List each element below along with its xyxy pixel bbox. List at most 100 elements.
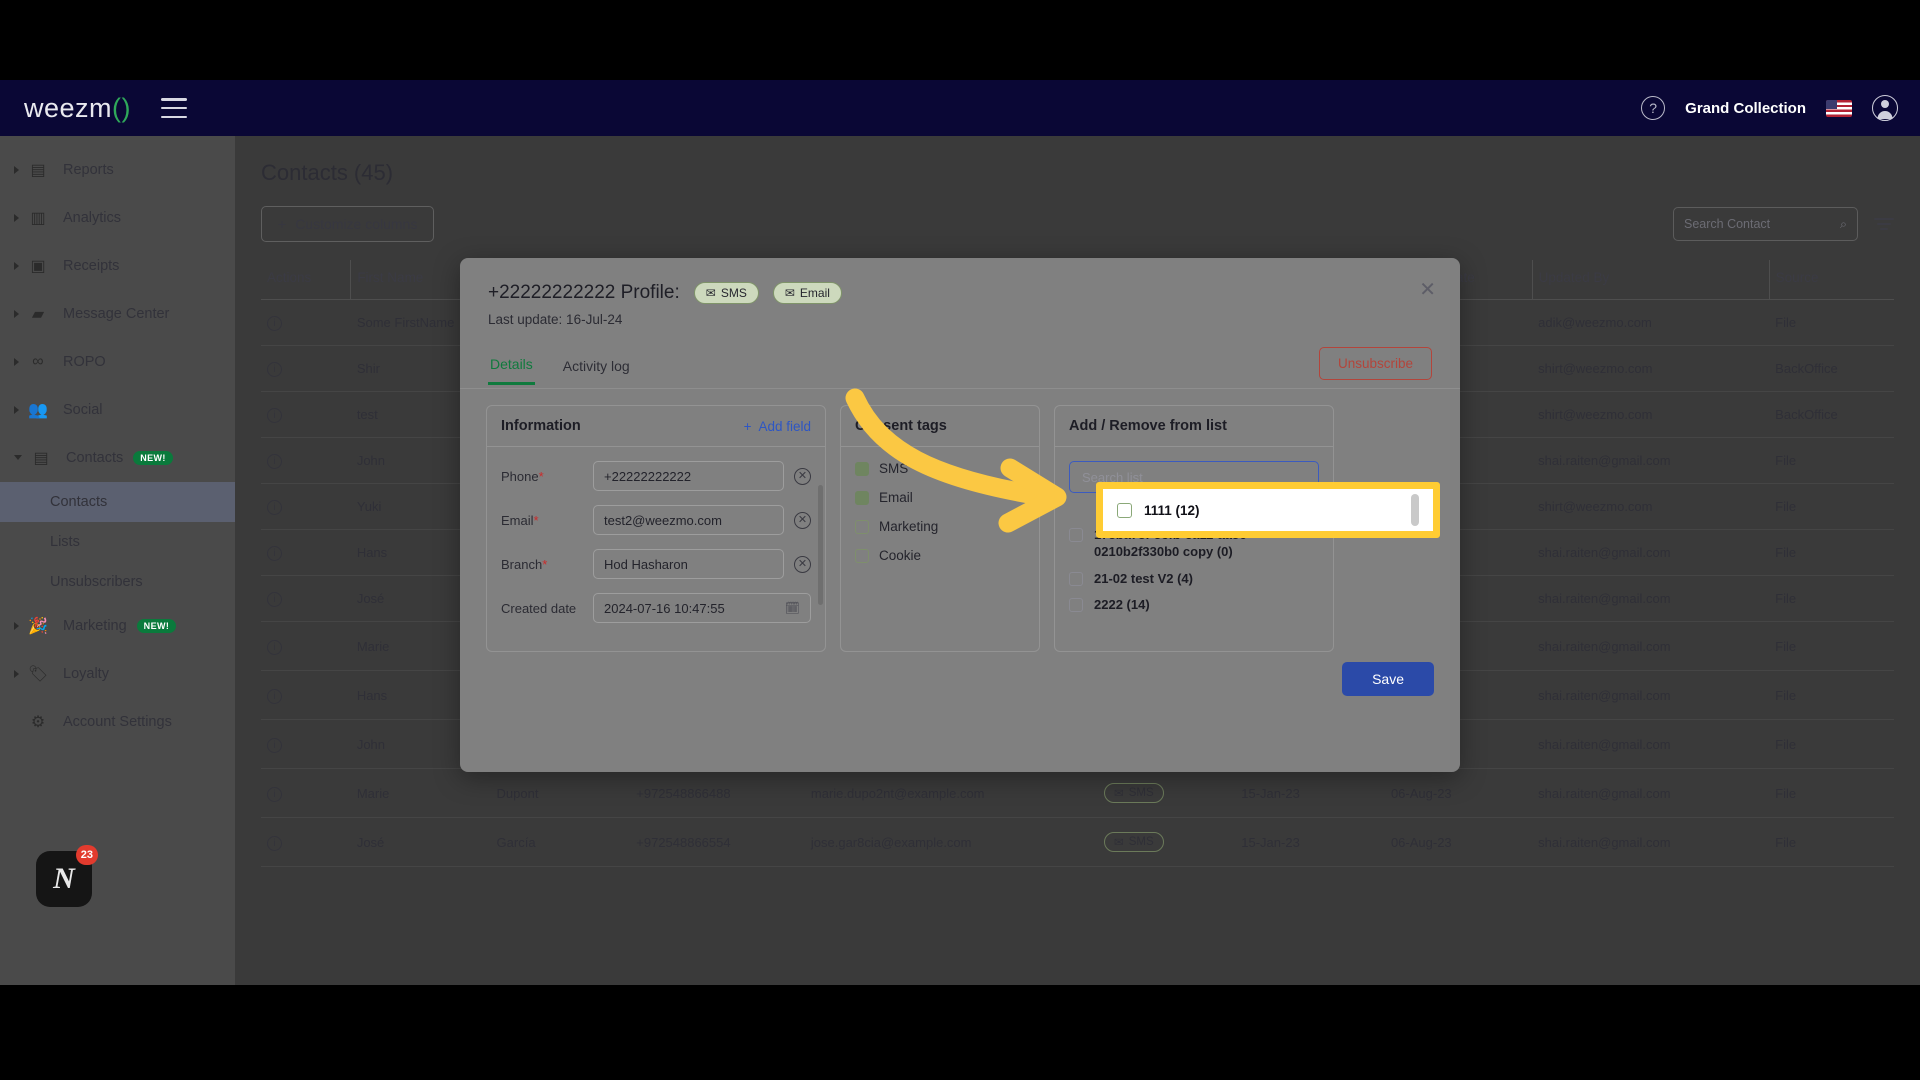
sidebar-subitem-contacts[interactable]: Contacts <box>0 482 235 522</box>
clear-field-icon[interactable]: ✕ <box>794 511 811 529</box>
column-header-source[interactable]: Source <box>1768 260 1894 300</box>
consent-checkbox[interactable] <box>855 519 869 534</box>
clear-field-icon[interactable]: ✕ <box>794 467 811 485</box>
list-option-row[interactable]: 21-02 test V2 (4) <box>1069 570 1319 588</box>
consent-row-marketing[interactable]: Marketing <box>855 519 1025 534</box>
info-icon[interactable]: i <box>267 688 282 704</box>
sidebar-subitem-lists[interactable]: Lists <box>0 522 235 562</box>
info-icon[interactable]: i <box>267 500 282 515</box>
sidebar-item-label: Social <box>63 402 103 418</box>
clear-field-icon[interactable]: ✕ <box>794 555 811 573</box>
save-button[interactable]: Save <box>1342 662 1434 696</box>
unsubscribe-button[interactable]: Unsubscribe <box>1318 347 1432 380</box>
info-icon[interactable]: i <box>267 786 282 802</box>
organization-name: Grand Collection <box>1685 99 1806 117</box>
consent-checkbox[interactable] <box>855 461 869 476</box>
list-item-checkbox[interactable] <box>1117 502 1132 518</box>
tab-activity-log[interactable]: Activity log <box>561 352 632 384</box>
input-email[interactable]: test2@weezmo.com <box>593 505 784 535</box>
information-scrollbar[interactable] <box>818 485 823 605</box>
field-row-branch: Branch* Hod Hasharon ✕ <box>501 549 811 579</box>
input-phone[interactable]: +22222222222 <box>593 461 784 491</box>
consent-title: Consent tags <box>855 418 947 434</box>
consent-row-cookie[interactable]: Cookie <box>855 548 1025 563</box>
us-flag-icon[interactable] <box>1826 99 1852 117</box>
consent-panel-header: Consent tags <box>841 406 1039 447</box>
table-row[interactable]: i Marie Dupont +972548866488 marie.dupo2nt@e… <box>261 768 1894 818</box>
consent-checkbox[interactable] <box>855 548 869 563</box>
cell-updated-by: shirt@weezmo.com <box>1532 345 1770 392</box>
chevron-icon[interactable] <box>14 406 19 414</box>
sidebar-item-marketing[interactable]: 🎉 Marketing NEW! <box>0 602 235 650</box>
list-panel-body: Search list 1111 (12)178ba78f-5cfb-ea11-… <box>1055 447 1333 637</box>
info-icon[interactable]: i <box>267 454 282 469</box>
info-icon[interactable]: i <box>267 546 282 561</box>
close-icon[interactable]: ✕ <box>1419 280 1436 300</box>
highlighted-list-item[interactable]: 1111 (12) <box>1096 482 1440 538</box>
cell-updated-by: shai.raiten@gmail.com <box>1532 529 1770 576</box>
customize-columns-button[interactable]: + Customize columns <box>261 206 435 242</box>
sms-consent-pill: ✉ SMS <box>1104 832 1164 852</box>
input-branch[interactable]: Hod Hasharon <box>593 549 784 579</box>
column-header-actions[interactable]: Actions <box>261 260 351 300</box>
chevron-icon[interactable] <box>14 670 19 678</box>
modal-title-row: +22222222222 Profile: ✉ SMS ✉ Email <box>488 282 1432 304</box>
list-option-checkbox[interactable] <box>1069 527 1083 542</box>
list-option-checkbox[interactable] <box>1069 571 1083 586</box>
consent-row-email[interactable]: Email <box>855 490 1025 505</box>
calendar-icon[interactable]: 🗓 <box>785 601 800 615</box>
cell-source: File <box>1769 299 1894 346</box>
tab-details[interactable]: Details <box>488 350 535 385</box>
chevron-icon[interactable] <box>14 358 19 366</box>
info-icon[interactable]: i <box>267 592 282 607</box>
table-row[interactable]: i José García +972548866554 jose.gar8cia@exa… <box>261 817 1894 867</box>
search-contact-input[interactable]: Search Contact ⌕ <box>1673 207 1858 241</box>
consent-checkbox[interactable] <box>855 490 869 505</box>
filter-icon[interactable] <box>1874 218 1894 230</box>
cell-source: File <box>1769 575 1894 622</box>
list-scrollbar[interactable] <box>1411 494 1419 526</box>
sidebar-item-label: ROPO <box>63 354 106 370</box>
sidebar-item-account-settings[interactable]: ⚙ Account Settings <box>0 698 235 746</box>
sidebar-navigation: ▤ Reports ▥ Analytics ▣ Receipts ▰ Message Cent… <box>0 136 235 985</box>
cell-updated-by: shai.raiten@gmail.com <box>1532 768 1770 818</box>
sidebar-item-contacts[interactable]: ▤ Contacts NEW! <box>0 434 235 482</box>
chevron-icon[interactable] <box>14 166 19 174</box>
info-icon[interactable]: i <box>267 408 282 423</box>
sidebar-item-reports[interactable]: ▤ Reports <box>0 146 235 194</box>
chevron-icon[interactable] <box>14 214 19 222</box>
chevron-icon[interactable] <box>14 310 19 318</box>
logo-mark: () <box>112 92 132 123</box>
user-avatar-icon[interactable] <box>1872 95 1898 121</box>
info-icon[interactable]: i <box>267 835 282 851</box>
sidebar-item-receipts[interactable]: ▣ Receipts <box>0 242 235 290</box>
cell-updated-date: 06-Aug-23 <box>1384 768 1533 818</box>
chevron-icon[interactable] <box>14 622 19 630</box>
cell-created-date: 15-Jan-23 <box>1235 817 1385 867</box>
sidebar-item-analytics[interactable]: ▥ Analytics <box>0 194 235 242</box>
consent-row-sms[interactable]: SMS <box>855 461 1025 476</box>
weezmo-logo[interactable]: weezm() <box>24 93 131 124</box>
help-icon[interactable]: ? <box>1641 96 1666 120</box>
hamburger-menu-icon[interactable] <box>161 98 188 118</box>
app-dock-icon[interactable]: N 23 <box>36 845 98 907</box>
chevron-icon[interactable] <box>14 455 22 464</box>
list-option-checkbox[interactable] <box>1069 598 1083 613</box>
chevron-icon[interactable] <box>14 262 19 270</box>
info-icon[interactable]: i <box>267 737 282 753</box>
input-created-date[interactable]: 2024-07-16 10:47:55 🗓 <box>593 593 811 623</box>
sidebar-subitem-unsubscribers[interactable]: Unsubscribers <box>0 562 235 602</box>
sidebar-item-message-center[interactable]: ▰ Message Center <box>0 290 235 338</box>
list-option-row[interactable]: 2222 (14) <box>1069 596 1319 614</box>
column-header-updated-by[interactable]: Updated By <box>1531 260 1770 300</box>
app-root: weezm() ? Grand Collection ▤ Reports ▥ Anal… <box>0 0 1920 1080</box>
info-icon[interactable]: i <box>267 316 282 331</box>
sidebar-item-loyalty[interactable]: 🏷 Loyalty <box>0 650 235 698</box>
info-icon[interactable]: i <box>267 362 282 377</box>
contacts-toolbar: + Customize columns Search Contact ⌕ <box>261 206 1894 242</box>
sidebar-item-ropo[interactable]: ∞ ROPO <box>0 338 235 386</box>
sidebar-item-social[interactable]: 👥 Social <box>0 386 235 434</box>
add-field-button[interactable]: + Add field <box>744 419 811 434</box>
cell-phone: +972548866554 <box>630 817 805 867</box>
info-icon[interactable]: i <box>267 639 282 655</box>
